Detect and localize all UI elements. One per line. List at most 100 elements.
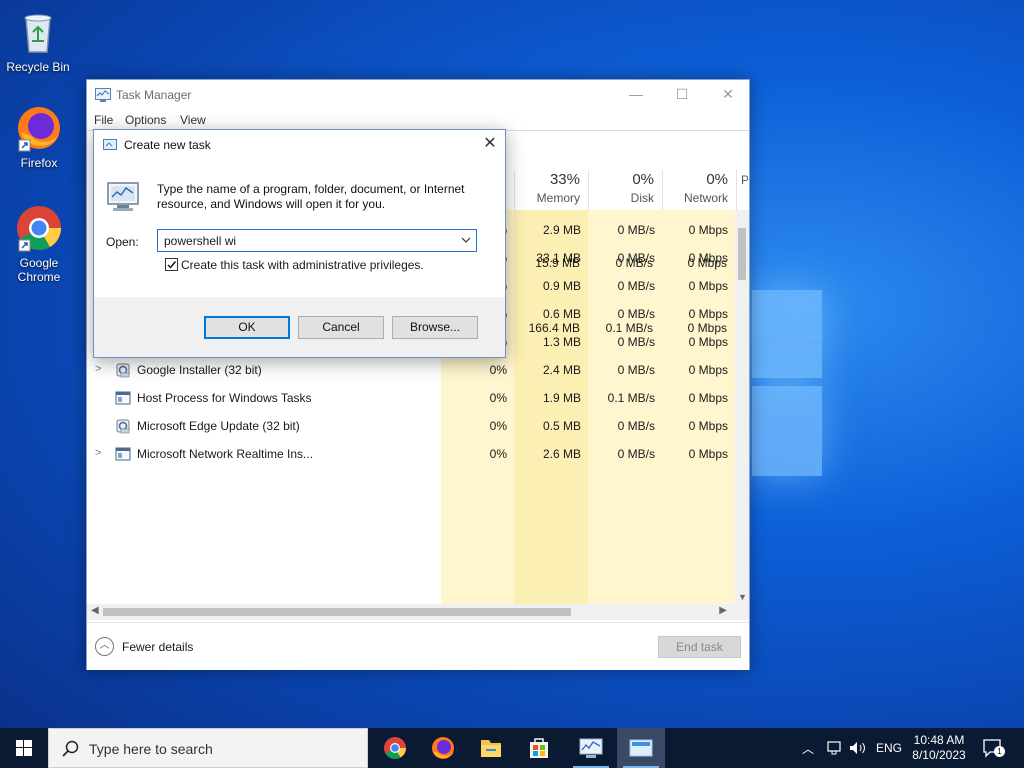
system-tray: ︿ ENG [802,728,902,768]
language-indicator[interactable]: ENG [876,741,902,755]
desktop-icon-google-chrome[interactable]: Google Chrome [1,204,77,284]
open-label: Open: [106,235,139,249]
process-row[interactable]: Microsoft Edge Update (32 bit) 0% 0.5 MB 0 … [87,412,739,440]
taskbar-file-explorer[interactable] [467,728,515,768]
window-process-icon [115,446,131,462]
dialog-titlebar[interactable]: Create new task ✕ [94,130,505,160]
column-header-power[interactable]: P [736,170,748,210]
cell-memory: 2.6 MB [542,447,581,461]
cell-disk: 0 MB/s [617,335,655,349]
taskbar-create-new-task[interactable] [617,728,665,768]
browse-button[interactable]: Browse... [392,316,478,339]
admin-privileges-label[interactable]: Create this task with administrative pri… [181,258,424,272]
chrome-icon [384,737,406,759]
cell-disk: 0.1 MB/s [605,321,653,335]
scroll-left-arrow[interactable]: ◀ [91,605,99,616]
expand-chevron-icon[interactable]: > [95,447,101,459]
process-row[interactable]: > Google Installer (32 bit) 0% 2.4 MB 0 MB/s… [87,356,739,384]
column-header-network[interactable]: 0% Network [662,170,736,210]
desktop-icon-label: Firefox [20,156,58,170]
process-row[interactable]: > Microsoft Network Realtime Ins... 0% 2.6 … [87,440,739,468]
cell-network: 0 Mbps [688,391,728,405]
expand-chevron-icon[interactable]: > [95,363,101,375]
task-manager-icon [95,88,111,102]
fewer-details-button[interactable]: ︿ Fewer details [95,637,193,656]
clock-date: 8/10/2023 [912,748,966,762]
chevron-down-icon[interactable] [460,232,472,248]
cell-disk: 0.1 MB/s [607,391,655,405]
cell-network: 0 Mbps [688,335,728,349]
scroll-thumb[interactable] [738,228,746,280]
desktop-icon-label: Recycle Bin [6,60,70,74]
process-row[interactable]: Host Process for Windows Tasks 0% 1.9 MB 0.… [87,384,739,412]
chevron-up-icon[interactable]: ︿ [802,740,814,757]
menu-file[interactable]: File [94,113,113,127]
maximize-button[interactable]: ☐ [659,80,705,110]
scroll-thumb[interactable] [103,608,571,616]
taskbar-search-box[interactable]: Type here to search [48,728,368,768]
cell-memory: 2.9 MB [542,223,581,237]
open-input-value[interactable]: powershell wi [164,234,236,248]
cell-network: 0 Mbps [687,256,727,270]
close-button[interactable]: ✕ [705,80,751,110]
horizontal-scrollbar[interactable]: ◀ ▶ [87,604,749,620]
admin-privileges-checkbox[interactable] [165,258,178,271]
volume-icon[interactable] [848,740,868,756]
cell-disk: 0 MB/s [617,223,655,237]
taskbar-clock[interactable]: 10:48 AM 8/10/2023 [906,733,972,763]
cell-network: 0 Mbps [687,321,727,335]
vertical-scrollbar[interactable]: ▼ [735,210,749,604]
menu-view[interactable]: View [180,113,206,127]
run-icon [629,739,653,757]
taskbar-firefox[interactable] [419,728,467,768]
search-icon [62,740,79,757]
desktop-icon-label: Google Chrome [17,256,61,284]
task-manager-titlebar[interactable]: Task Manager — ☐ ✕ [87,80,749,110]
windows-start-icon [16,740,32,756]
start-button[interactable] [0,728,48,768]
cell-cpu: 0% [489,447,507,461]
menu-options[interactable]: Options [125,113,166,127]
window-process-icon [115,390,131,406]
create-new-task-dialog[interactable]: Create new task ✕ Type the name of a pro… [93,129,506,358]
dialog-body: Type the name of a program, folder, docu… [94,160,505,297]
process-name: Host Process for Windows Tasks [137,391,312,405]
action-center-button[interactable]: 1 [982,738,1005,758]
cell-disk: 0 MB/s [617,279,655,293]
process-name: Microsoft Edge Update (32 bit) [137,419,300,433]
cell-memory: 0.6 MB [542,307,581,321]
open-combobox[interactable]: powershell wi [157,229,477,252]
ok-button[interactable]: OK [204,316,290,339]
end-task-button[interactable]: End task [658,636,741,658]
taskbar-microsoft-store[interactable] [515,728,563,768]
scroll-down-arrow[interactable]: ▼ [738,592,747,602]
desktop-icon-recycle-bin[interactable]: Recycle Bin [0,8,76,74]
taskbar-chrome[interactable] [371,728,419,768]
menu-bar: File Options View [87,110,749,130]
cell-network: 0 Mbps [688,363,728,377]
minimize-button[interactable]: — [613,80,659,110]
scroll-right-arrow[interactable]: ▶ [719,605,727,616]
cell-memory: 2.4 MB [542,363,581,377]
column-header-memory[interactable]: 33% Memory [514,170,588,210]
taskbar: Type here to search ︿ ENG 10:48 AM 8/10/… [0,728,1024,768]
cell-memory: 166.4 MB [528,321,580,335]
chrome-icon [15,204,63,252]
network-icon[interactable] [826,740,844,756]
dialog-description: Type the name of a program, folder, docu… [157,182,465,211]
run-icon [103,139,117,150]
installer-icon [115,362,131,378]
cell-cpu: 0% [489,419,507,433]
firefox-icon [15,104,63,152]
cancel-button[interactable]: Cancel [298,316,384,339]
cell-network: 0 Mbps [688,307,728,321]
cell-network: 0 Mbps [688,447,728,461]
desktop-icon-firefox[interactable]: Firefox [1,104,77,170]
column-header-disk[interactable]: 0% Disk [588,170,662,210]
cell-network: 0 Mbps [688,419,728,433]
window-title: Task Manager [116,88,192,102]
cell-memory: 0.5 MB [542,419,581,433]
windows-wallpaper-logo [752,290,824,480]
dialog-close-button[interactable]: ✕ [475,130,505,160]
taskbar-task-manager[interactable] [567,728,615,768]
